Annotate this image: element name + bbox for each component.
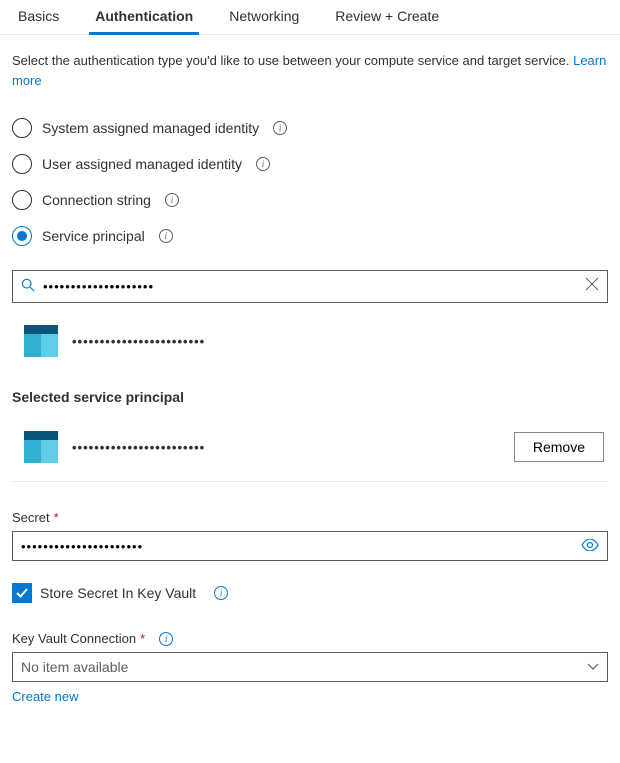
secret-field[interactable]: [12, 531, 608, 561]
search-icon: [21, 278, 35, 295]
select-value: No item available: [21, 659, 587, 675]
search-result-item[interactable]: ••••••••••••••••••••••••: [12, 317, 608, 373]
radio-label: User assigned managed identity: [42, 156, 242, 172]
auth-type-radio-group: System assigned managed identity i User …: [12, 118, 608, 246]
app-registration-icon: [24, 325, 58, 357]
secret-label-text: Secret: [12, 510, 50, 525]
tab-networking[interactable]: Networking: [223, 0, 305, 34]
selected-principal-row: •••••••••••••••••••••••• Remove: [12, 423, 608, 482]
radio-connection-string[interactable]: Connection string i: [12, 190, 608, 210]
radio-icon: [12, 226, 32, 246]
service-principal-search[interactable]: [12, 270, 608, 303]
clear-search-icon[interactable]: [585, 277, 599, 296]
intro-text: Select the authentication type you'd lik…: [12, 51, 608, 90]
required-marker: *: [140, 631, 145, 646]
app-registration-icon: [24, 431, 58, 463]
info-icon[interactable]: i: [273, 121, 287, 135]
secret-label: Secret *: [12, 510, 608, 525]
info-icon[interactable]: i: [165, 193, 179, 207]
selected-principal-heading: Selected service principal: [12, 389, 608, 405]
tab-authentication[interactable]: Authentication: [89, 0, 199, 34]
info-icon[interactable]: i: [256, 157, 270, 171]
info-icon[interactable]: i: [159, 632, 173, 646]
radio-label: Connection string: [42, 192, 151, 208]
store-in-keyvault-row[interactable]: Store Secret In Key Vault i: [12, 583, 608, 603]
radio-system-identity[interactable]: System assigned managed identity i: [12, 118, 608, 138]
radio-label: Service principal: [42, 228, 145, 244]
search-input[interactable]: [43, 279, 585, 294]
checkbox-checked-icon[interactable]: [12, 583, 32, 603]
info-icon[interactable]: i: [159, 229, 173, 243]
radio-service-principal[interactable]: Service principal i: [12, 226, 608, 246]
secret-input[interactable]: [21, 539, 581, 554]
tab-review-create[interactable]: Review + Create: [329, 0, 445, 34]
kv-label-text: Key Vault Connection: [12, 631, 136, 646]
tab-basics[interactable]: Basics: [12, 0, 65, 34]
radio-user-identity[interactable]: User assigned managed identity i: [12, 154, 608, 174]
keyvault-connection-label: Key Vault Connection * i: [12, 631, 608, 646]
radio-icon: [12, 190, 32, 210]
content-area: Select the authentication type you'd lik…: [0, 35, 620, 720]
tabs-bar: Basics Authentication Networking Review …: [0, 0, 620, 35]
radio-icon: [12, 118, 32, 138]
intro-text-body: Select the authentication type you'd lik…: [12, 53, 573, 68]
reveal-secret-icon[interactable]: [581, 538, 599, 554]
store-kv-label: Store Secret In Key Vault: [40, 585, 196, 601]
result-name: ••••••••••••••••••••••••: [72, 334, 205, 349]
radio-icon: [12, 154, 32, 174]
keyvault-connection-select[interactable]: No item available: [12, 652, 608, 682]
radio-label: System assigned managed identity: [42, 120, 259, 136]
required-marker: *: [54, 510, 59, 525]
info-icon[interactable]: i: [214, 586, 228, 600]
chevron-down-icon: [587, 660, 599, 674]
create-new-link[interactable]: Create new: [12, 689, 78, 704]
remove-button[interactable]: Remove: [514, 432, 604, 462]
selected-principal-name: ••••••••••••••••••••••••: [72, 440, 514, 455]
